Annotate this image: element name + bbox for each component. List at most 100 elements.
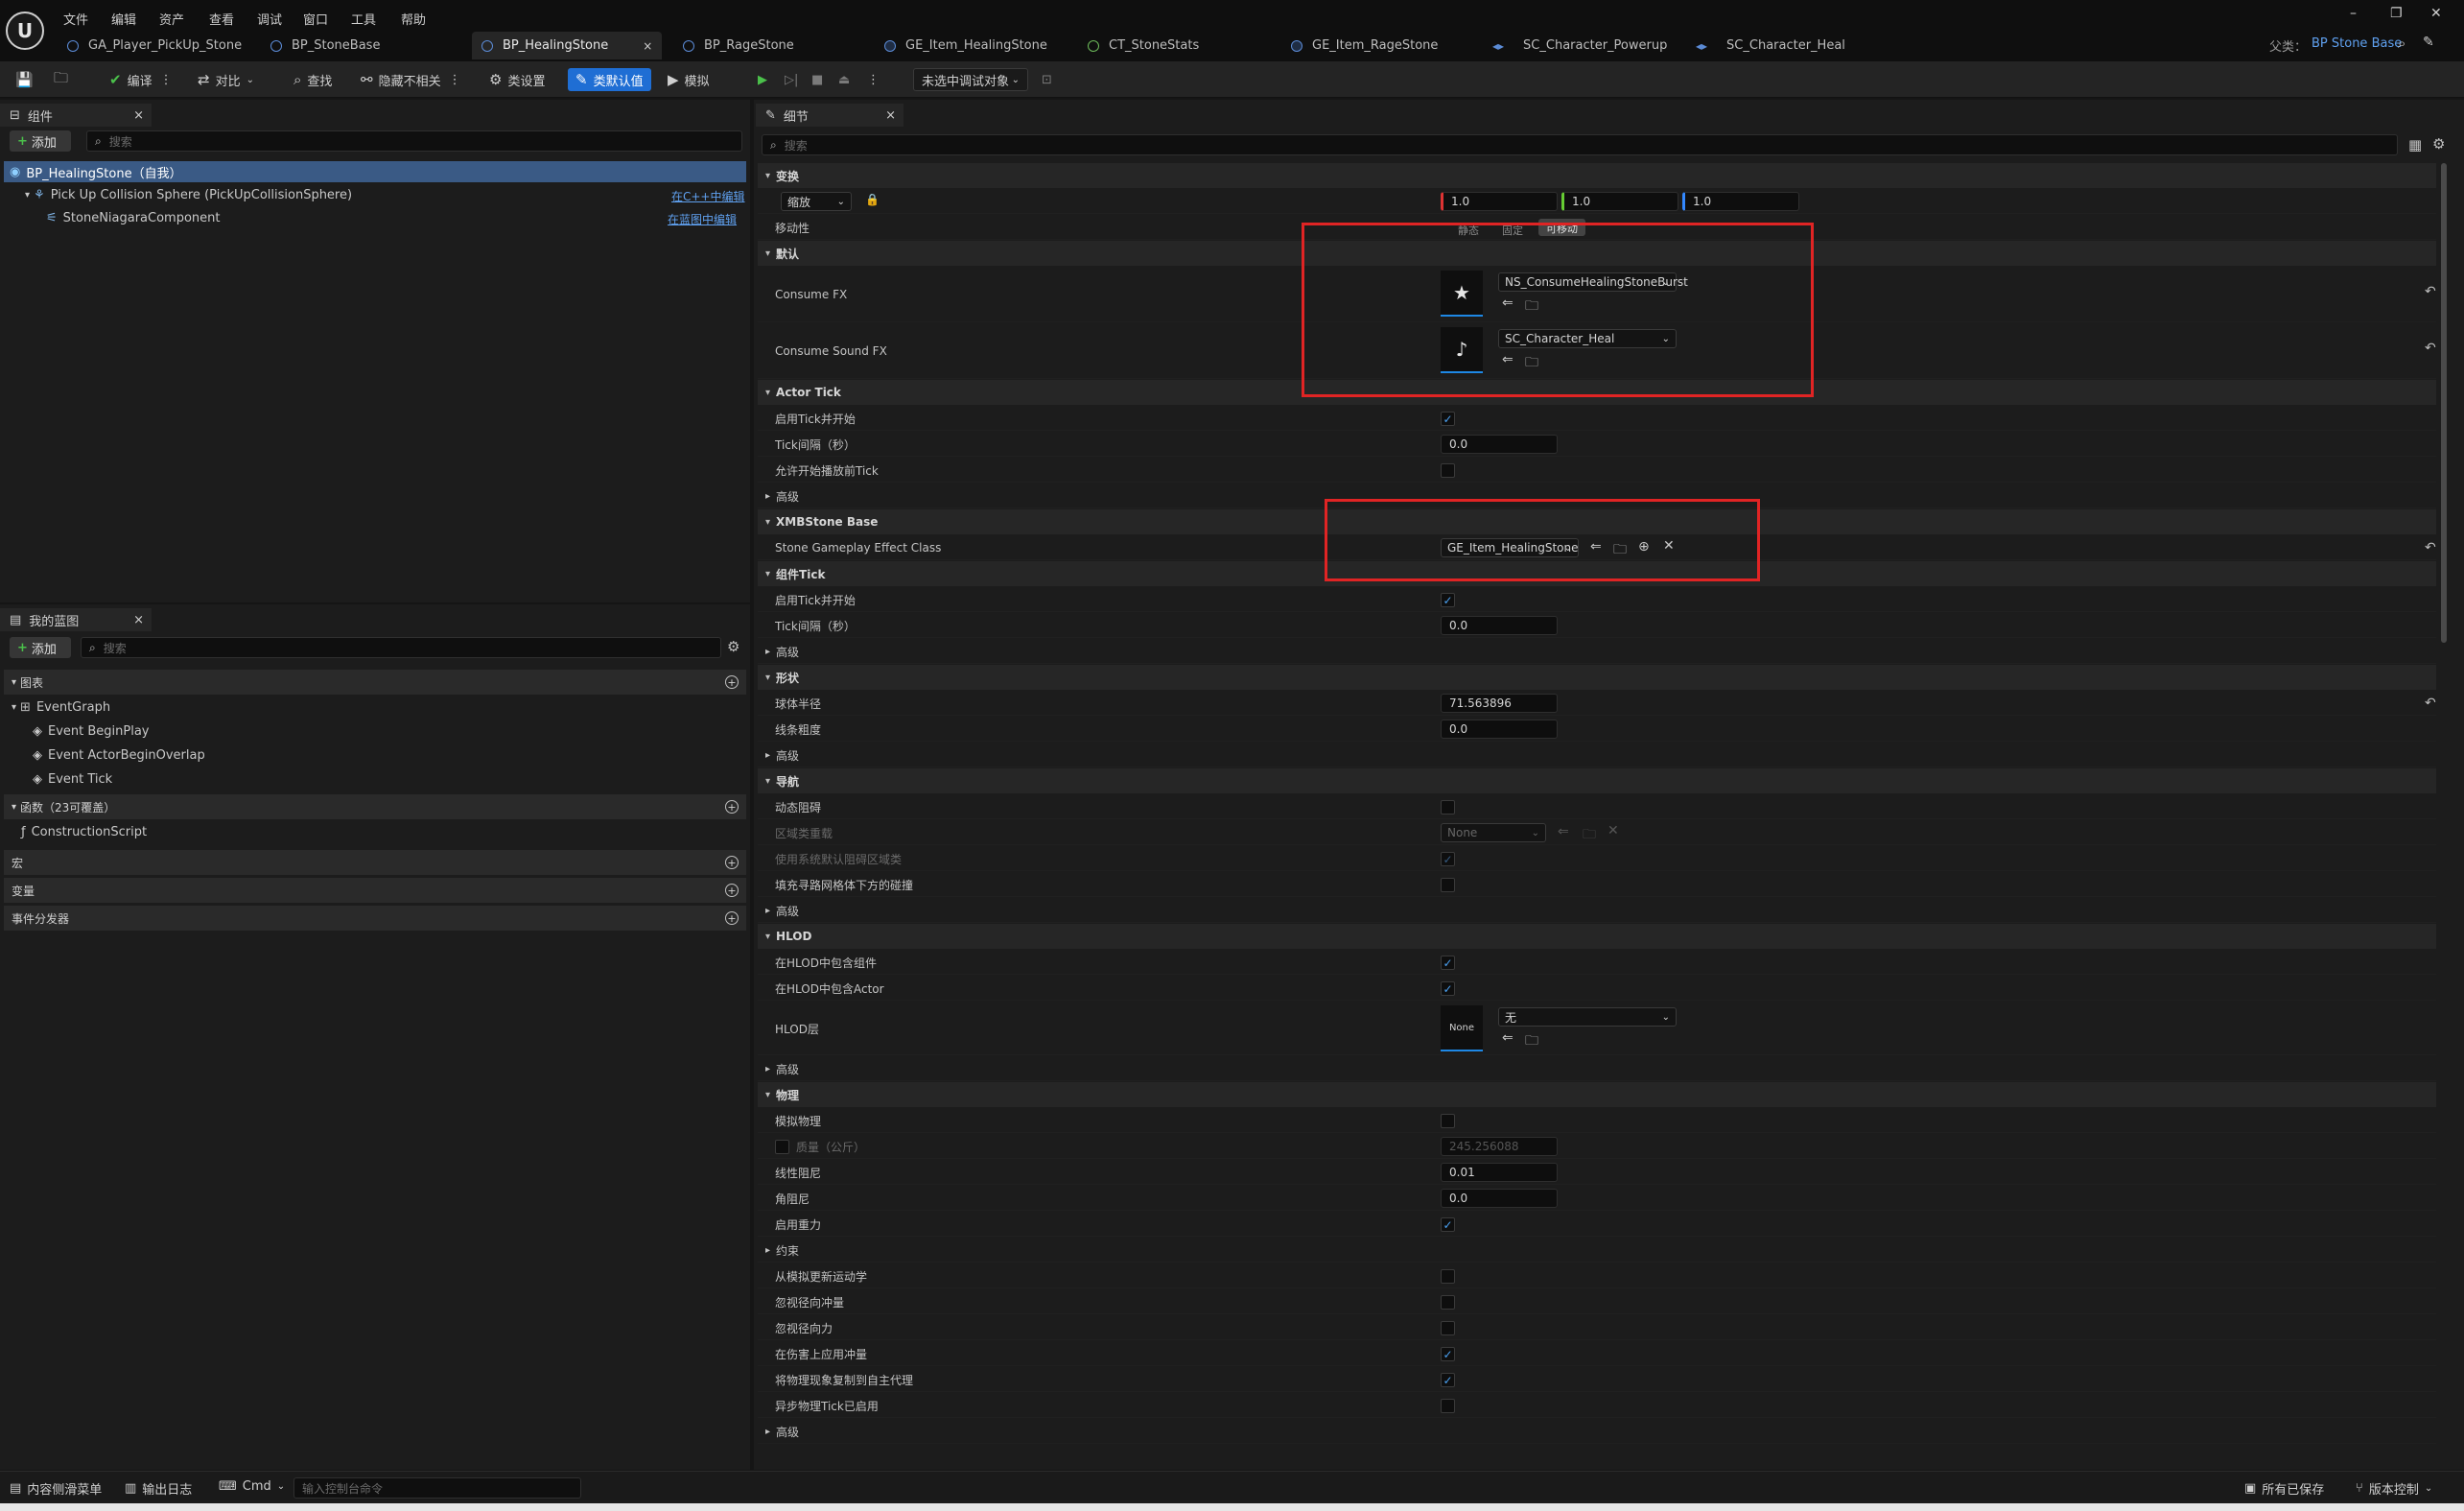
construction-script-item[interactable]: ƒ ConstructionScript [21, 821, 147, 842]
scale-mode-dropdown[interactable]: 缩放 ⌄ [781, 192, 852, 211]
edit-in-cpp-link[interactable]: 在C++中编辑 [671, 188, 745, 204]
browse-icon[interactable]: 🗀 [1525, 1030, 1538, 1053]
add-dispatcher-icon[interactable]: + [725, 911, 739, 925]
play-options-icon[interactable]: ⋮ [867, 68, 880, 91]
eject-icon[interactable]: ⏏ [838, 68, 850, 91]
simulate-button[interactable]: ▶ 模拟 [668, 68, 710, 91]
browse-icon[interactable]: 🗀 [54, 68, 74, 91]
tab-ge-item-healingstone[interactable]: GE_Item_HealingStone [884, 32, 1047, 59]
gear-icon[interactable]: ⚙ [2432, 135, 2445, 153]
ignore-radial-force-checkbox[interactable] [1441, 1321, 1455, 1335]
update-kinematic-checkbox[interactable] [1441, 1269, 1455, 1284]
line-thickness-field[interactable]: 0.0 [1441, 720, 1558, 739]
linear-damping-field[interactable]: 0.01 [1441, 1163, 1558, 1182]
replicate-physics-checkbox[interactable]: ✓ [1441, 1373, 1455, 1387]
menu-tools[interactable]: 工具 [351, 10, 376, 28]
reset-to-default-icon[interactable]: ↶ [2425, 540, 2436, 555]
search-icon[interactable]: ⌕ [2398, 35, 2405, 52]
angular-damping-field[interactable]: 0.0 [1441, 1189, 1558, 1208]
add-function-icon[interactable]: + [725, 800, 739, 814]
menu-window[interactable]: 窗口 [303, 10, 328, 28]
variables-category[interactable]: 变量 + [4, 878, 746, 903]
components-search-input[interactable]: ⌕ 搜索 [86, 130, 742, 152]
details-scrollbar[interactable] [2441, 163, 2447, 643]
browse-icon[interactable]: 🗀 [1583, 824, 1596, 847]
tab-bp-healingstone[interactable]: BP_HealingStone × [472, 32, 663, 59]
section-physics[interactable]: ▾ 物理 [758, 1082, 2436, 1107]
menu-asset[interactable]: 资产 [159, 10, 184, 28]
use-default-area-checkbox[interactable]: ✓ [1441, 852, 1455, 866]
hlod-layer-dropdown[interactable]: 无 ⌄ [1498, 1007, 1677, 1027]
tab-sc-character-heal[interactable]: ◂▸ SC_Character_Heal [1696, 32, 1845, 59]
tab-sc-character-powerup[interactable]: ◂▸ SC_Character_Powerup [1492, 32, 1667, 59]
components-tab[interactable]: ⊟ 组件 × [0, 104, 152, 127]
apply-impulse-on-damage-checkbox[interactable]: ✓ [1441, 1347, 1455, 1361]
tab-ct-stonestats[interactable]: CT_StoneStats [1088, 32, 1199, 59]
clear-icon[interactable]: ✕ [1607, 823, 1619, 838]
section-transform[interactable]: ▾ 变换 [758, 163, 2436, 188]
my-blueprint-tab[interactable]: ▤ 我的蓝图 × [0, 608, 152, 631]
edit-pencil-icon[interactable]: ✎ [2423, 35, 2434, 50]
save-icon[interactable]: 💾 [15, 68, 39, 91]
console-command-input[interactable]: 输入控制台命令 [293, 1477, 581, 1499]
dynamic-obstacle-checkbox[interactable] [1441, 800, 1455, 815]
row-hlod-advanced[interactable]: ▸ 高级 [758, 1056, 2436, 1081]
edit-in-blueprint-link[interactable]: 在蓝图中编辑 [668, 211, 737, 227]
cmd-dropdown[interactable]: ⌨ Cmd ⌄ [219, 1479, 285, 1494]
class-settings-button[interactable]: ⚙ 类设置 [489, 68, 545, 91]
close-tab-icon[interactable]: × [133, 613, 144, 627]
view-options-icon[interactable]: ▦ [2408, 136, 2422, 153]
details-search-input[interactable]: ⌕ 搜索 [762, 134, 2398, 155]
event-graph-item[interactable]: ▾ ⊞ EventGraph [12, 696, 110, 718]
use-selected-icon[interactable]: ⇐ [1502, 1030, 1514, 1046]
ignore-radial-impulse-checkbox[interactable] [1441, 1295, 1455, 1310]
section-navigation[interactable]: ▾ 导航 [758, 768, 2436, 793]
use-selected-icon[interactable]: ⇐ [1558, 824, 1569, 839]
content-drawer-button[interactable]: ▤ 内容侧滑菜单 [10, 1479, 102, 1498]
add-component-button[interactable]: + 添加 [10, 130, 71, 152]
collapse-arrow-icon[interactable]: ▾ [25, 190, 30, 201]
graphs-category[interactable]: ▾ 图表 + [4, 670, 746, 695]
source-control-button[interactable]: ⑂ 版本控制 ⌄ [2356, 1479, 2432, 1498]
dispatchers-category[interactable]: 事件分发器 + [4, 906, 746, 931]
menu-file[interactable]: 文件 [63, 10, 88, 28]
menu-view[interactable]: 查看 [209, 10, 234, 28]
actor-tick-interval-field[interactable]: 0.0 [1441, 435, 1558, 454]
all-saved-button[interactable]: ▣ 所有已保存 [2244, 1479, 2324, 1498]
component-niagara[interactable]: ⚟ StoneNiagaraComponent [4, 207, 746, 228]
minimize-icon[interactable]: – [2350, 6, 2357, 21]
debug-filter-icon[interactable]: ⊡ [1042, 68, 1052, 91]
hlod-layer-thumbnail[interactable]: None [1441, 1005, 1483, 1051]
component-start-tick-checkbox[interactable]: ✓ [1441, 593, 1455, 607]
sphere-radius-field[interactable]: 71.563896 [1441, 694, 1558, 713]
section-shape[interactable]: ▾ 形状 [758, 665, 2436, 690]
functions-category[interactable]: ▾ 函数（23可覆盖） + [4, 794, 746, 819]
scale-y-field[interactable]: 1.0 [1561, 192, 1678, 211]
reset-to-default-icon[interactable]: ↶ [2425, 696, 2436, 711]
menu-help[interactable]: 帮助 [401, 10, 426, 28]
fill-collision-checkbox[interactable] [1441, 878, 1455, 892]
hlod-include-component-checkbox[interactable]: ✓ [1441, 956, 1455, 970]
diff-button[interactable]: ⇄ 对比 ⌄ [198, 68, 254, 91]
event-tick-item[interactable]: ◈ Event Tick [33, 768, 112, 790]
close-tab-icon[interactable]: × [643, 39, 652, 53]
scale-x-field[interactable]: 1.0 [1441, 192, 1558, 211]
simulate-physics-checkbox[interactable] [1441, 1114, 1455, 1128]
tab-bp-ragestone[interactable]: BP_RageStone [683, 32, 794, 59]
compile-button[interactable]: ✔ 编译 ⋮ [109, 68, 173, 91]
menu-debug[interactable]: 调试 [257, 10, 282, 28]
restore-icon[interactable]: ❐ [2390, 6, 2403, 21]
find-button[interactable]: ⌕ 查找 [293, 68, 332, 91]
hlod-include-actor-checkbox[interactable]: ✓ [1441, 981, 1455, 996]
row-constraints[interactable]: ▸ 约束 [758, 1238, 2436, 1263]
component-tick-interval-field[interactable]: 0.0 [1441, 616, 1558, 635]
gear-icon[interactable]: ⚙ [727, 638, 739, 655]
close-tab-icon[interactable]: × [885, 108, 896, 123]
close-window-icon[interactable]: ✕ [2430, 6, 2442, 21]
add-member-button[interactable]: + 添加 [10, 637, 71, 658]
row-navigation-advanced[interactable]: ▸ 高级 [758, 898, 2436, 923]
macros-category[interactable]: 宏 + [4, 850, 746, 875]
reset-to-default-icon[interactable]: ↶ [2425, 284, 2436, 299]
reset-to-default-icon[interactable]: ↶ [2425, 341, 2436, 356]
tab-bp-stonebase[interactable]: BP_StoneBase [270, 32, 380, 59]
